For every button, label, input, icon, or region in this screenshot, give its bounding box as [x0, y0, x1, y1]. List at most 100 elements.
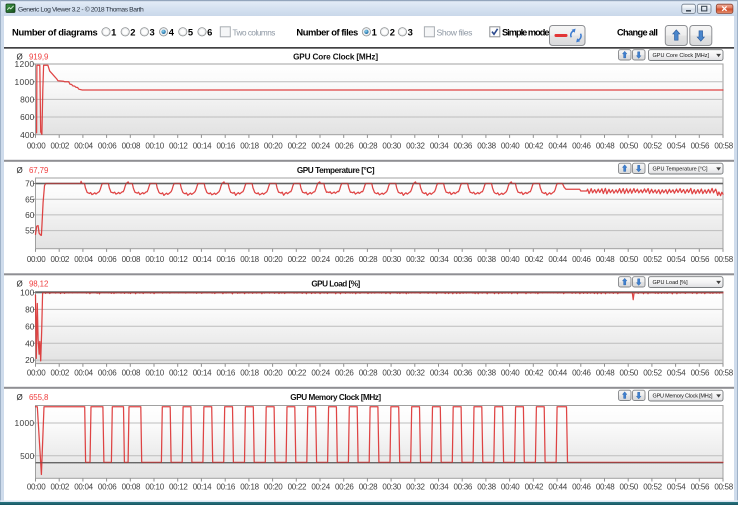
svg-text:00:40: 00:40	[501, 482, 520, 491]
svg-text:00:48: 00:48	[596, 482, 615, 491]
svg-text:00:30: 00:30	[382, 255, 401, 264]
svg-text:00:52: 00:52	[643, 482, 662, 491]
svg-text:00:12: 00:12	[169, 255, 188, 264]
svg-text:00:34: 00:34	[430, 369, 449, 378]
svg-text:00:58: 00:58	[714, 482, 733, 491]
svg-text:1200: 1200	[15, 59, 35, 69]
svg-text:00:50: 00:50	[620, 255, 639, 264]
svg-text:100: 100	[20, 288, 35, 298]
svg-text:00:34: 00:34	[430, 255, 449, 264]
svg-text:00:40: 00:40	[501, 369, 520, 378]
svg-text:00:36: 00:36	[454, 482, 473, 491]
svg-text:00:00: 00:00	[27, 369, 46, 378]
svg-text:00:26: 00:26	[335, 141, 354, 150]
svg-text:Number of files: Number of files	[296, 27, 358, 38]
svg-text:Number of diagrams: Number of diagrams	[12, 27, 98, 38]
svg-text:00:14: 00:14	[193, 141, 212, 150]
svg-text:2: 2	[130, 27, 135, 38]
svg-text:00:58: 00:58	[714, 255, 733, 264]
svg-text:Two columns: Two columns	[233, 29, 276, 38]
svg-text:00:32: 00:32	[406, 255, 425, 264]
svg-text:00:16: 00:16	[217, 482, 236, 491]
svg-text:00:32: 00:32	[406, 482, 425, 491]
svg-text:GPU Load [%]: GPU Load [%]	[653, 280, 689, 286]
svg-text:GPU Core Clock [MHz]: GPU Core Clock [MHz]	[653, 53, 710, 59]
svg-text:00:00: 00:00	[27, 255, 46, 264]
svg-text:00:38: 00:38	[477, 141, 496, 150]
svg-text:00:06: 00:06	[98, 369, 117, 378]
svg-text:00:36: 00:36	[454, 141, 473, 150]
svg-text:00:52: 00:52	[643, 369, 662, 378]
svg-text:Ø: Ø	[17, 393, 23, 402]
svg-text:00:44: 00:44	[548, 369, 567, 378]
svg-text:Show files: Show files	[437, 28, 473, 38]
svg-text:6: 6	[207, 27, 212, 38]
svg-text:00:22: 00:22	[288, 255, 307, 264]
svg-text:20: 20	[25, 355, 35, 365]
svg-text:00:48: 00:48	[596, 141, 615, 150]
svg-text:00:08: 00:08	[122, 369, 141, 378]
svg-text:00:04: 00:04	[74, 482, 93, 491]
svg-text:GPU Temperature [°C]: GPU Temperature [°C]	[653, 167, 708, 173]
svg-text:00:50: 00:50	[620, 141, 639, 150]
svg-text:00:04: 00:04	[74, 141, 93, 150]
svg-text:00:36: 00:36	[454, 369, 473, 378]
svg-text:2: 2	[390, 27, 395, 38]
svg-text:400: 400	[20, 130, 35, 140]
svg-text:Simple mode: Simple mode	[502, 28, 549, 38]
svg-text:Change all: Change all	[617, 28, 657, 38]
svg-text:00:22: 00:22	[288, 369, 307, 378]
svg-text:00:00: 00:00	[27, 482, 46, 491]
svg-text:00:20: 00:20	[264, 369, 283, 378]
svg-text:00:48: 00:48	[596, 369, 615, 378]
svg-text:40: 40	[25, 338, 35, 348]
svg-text:00:46: 00:46	[572, 369, 591, 378]
svg-text:GPU Memory Clock [MHz]: GPU Memory Clock [MHz]	[653, 394, 714, 400]
svg-text:00:16: 00:16	[217, 369, 236, 378]
svg-text:00:52: 00:52	[643, 141, 662, 150]
svg-text:00:28: 00:28	[359, 369, 378, 378]
svg-text:00:04: 00:04	[74, 255, 93, 264]
svg-text:00:08: 00:08	[122, 482, 141, 491]
svg-text:00:40: 00:40	[501, 141, 520, 150]
svg-text:00:40: 00:40	[501, 255, 520, 264]
svg-text:500: 500	[20, 451, 35, 461]
svg-text:00:06: 00:06	[98, 255, 117, 264]
svg-text:1: 1	[372, 27, 377, 38]
svg-text:00:28: 00:28	[359, 255, 378, 264]
svg-text:00:54: 00:54	[667, 255, 686, 264]
svg-text:1: 1	[111, 27, 116, 38]
svg-text:00:18: 00:18	[240, 482, 259, 491]
svg-text:00:20: 00:20	[264, 141, 283, 150]
svg-text:00:42: 00:42	[525, 482, 544, 491]
svg-text:655,8: 655,8	[29, 393, 49, 402]
svg-text:00:54: 00:54	[667, 369, 686, 378]
svg-text:00:44: 00:44	[548, 255, 567, 264]
svg-text:00:24: 00:24	[311, 482, 330, 491]
svg-text:00:54: 00:54	[667, 141, 686, 150]
svg-text:00:22: 00:22	[288, 482, 307, 491]
svg-text:70: 70	[25, 179, 35, 189]
svg-text:00:02: 00:02	[51, 482, 70, 491]
svg-text:00:12: 00:12	[169, 369, 188, 378]
svg-text:00:56: 00:56	[691, 141, 710, 150]
svg-text:00:02: 00:02	[51, 369, 70, 378]
svg-text:00:10: 00:10	[145, 255, 164, 264]
svg-text:00:20: 00:20	[264, 482, 283, 491]
svg-text:GPU Core Clock [MHz]: GPU Core Clock [MHz]	[293, 52, 378, 61]
svg-text:00:16: 00:16	[217, 255, 236, 264]
svg-text:00:14: 00:14	[193, 482, 212, 491]
svg-text:00:42: 00:42	[525, 141, 544, 150]
svg-text:600: 600	[20, 112, 35, 122]
svg-text:00:56: 00:56	[691, 482, 710, 491]
svg-text:00:54: 00:54	[667, 482, 686, 491]
svg-text:80: 80	[25, 305, 35, 315]
svg-text:00:34: 00:34	[430, 482, 449, 491]
svg-text:00:26: 00:26	[335, 369, 354, 378]
svg-text:3: 3	[408, 27, 413, 38]
svg-text:00:38: 00:38	[477, 482, 496, 491]
svg-text:00:18: 00:18	[240, 255, 259, 264]
svg-text:60: 60	[25, 210, 35, 220]
svg-text:00:46: 00:46	[572, 141, 591, 150]
svg-text:60: 60	[25, 321, 35, 331]
